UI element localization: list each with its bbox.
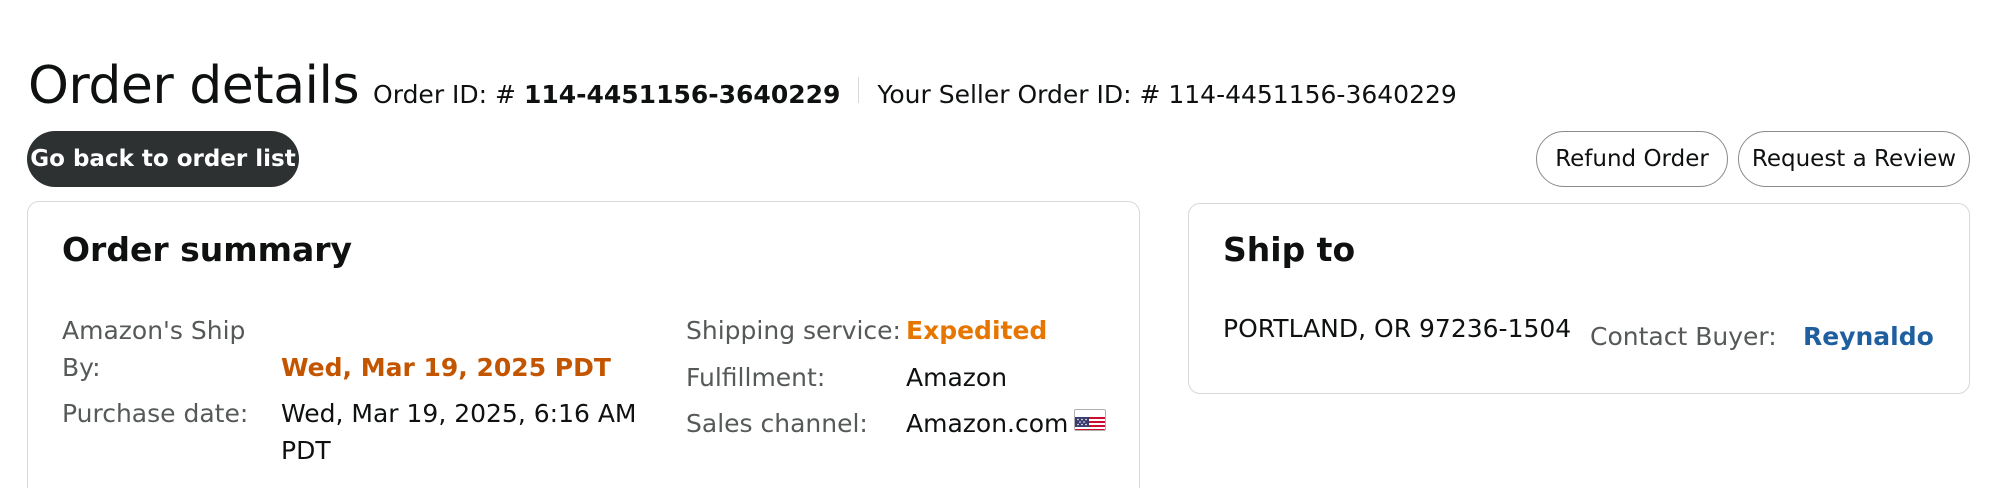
shipping-service-value: Expedited [906,316,1048,345]
purchase-date-label: Purchase date: [62,399,249,428]
contact-buyer-link[interactable]: Reynaldo [1803,318,1934,355]
purchase-date-line2: PDT [281,436,331,465]
sales-channel-value: Amazon.com [906,405,1107,442]
order-id-value: 114-4451156-3640229 [523,80,841,109]
shipping-service-label: Shipping service: [686,316,901,345]
seller-order-id: Your Seller Order ID: # 114-4451156-3640… [877,80,1457,109]
fulfillment-value: Amazon [906,363,1008,392]
divider [858,77,860,103]
page-title: Order details [28,56,360,116]
ship-by-label: Amazon's Ship By: [62,312,245,386]
order-details-page: Order details Order ID: # 114-4451156-36… [0,0,1992,488]
go-back-button[interactable]: Go back to order list [27,131,299,187]
ship-by-label-line1: Amazon's Ship [62,316,246,345]
sales-channel-text: Amazon.com [906,409,1069,438]
order-summary-card: Order summary Amazon's Ship By: Wed, Mar… [27,201,1140,488]
contact-buyer-label: Contact Buyer: [1590,322,1777,351]
order-id-label: Order ID: # [373,80,524,109]
header: Order details Order ID: # 114-4451156-36… [28,60,1457,112]
ship-to-card: Ship to PORTLAND, OR 97236-1504 Contact … [1188,203,1970,394]
order-summary-title: Order summary [62,230,353,269]
fulfillment-label: Fulfillment: [686,363,826,392]
sales-channel-label: Sales channel: [686,409,868,438]
request-review-button[interactable]: Request a Review [1738,131,1970,187]
ship-by-label-line2: By: [62,353,101,382]
purchase-date-line1: Wed, Mar 19, 2025, 6:16 AM [281,399,637,428]
us-flag-icon [1074,409,1107,431]
order-id: Order ID: # 114-4451156-3640229 [373,80,840,109]
ship-to-title: Ship to [1223,230,1356,269]
ship-to-address: PORTLAND, OR 97236-1504 [1223,314,1572,343]
purchase-date-value: Wed, Mar 19, 2025, 6:16 AM PDT [281,395,637,469]
ship-by-value: Wed, Mar 19, 2025 PDT [281,353,611,382]
refund-order-button[interactable]: Refund Order [1536,131,1728,187]
